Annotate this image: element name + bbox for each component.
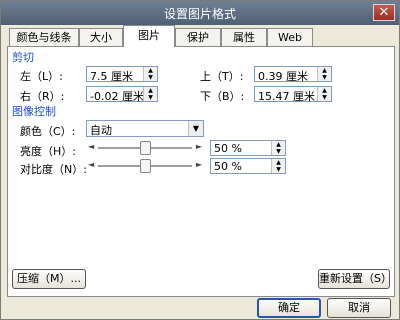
crop-top-value: 0.39 厘米 [258,70,308,83]
color-label: 颜色（C）: [20,125,76,138]
spin-down-icon[interactable]: ▼ [318,74,331,81]
contrast-slider-thumb[interactable] [139,159,151,173]
crop-left-label: 左（L）: [20,70,63,83]
slider-left-arrow-icon[interactable]: ◄ [88,142,94,151]
tab-size[interactable]: 大小 [79,28,123,46]
tab-web[interactable]: Web [267,28,313,46]
picture-tab-panel: 剪切 左（L）: 7.5 厘米 ▲ ▼ 右（R）: -0.02 厘米 ▲ ▼ 上… [7,46,395,297]
crop-section-label: 剪切 [12,51,34,64]
spin-up-icon[interactable]: ▲ [144,67,157,74]
spin-up-icon[interactable]: ▲ [272,159,285,166]
image-control-section-label: 图像控制 [12,105,56,118]
tab-protection[interactable]: 保护 [175,28,221,46]
dialog-title: 设置图片格式 [163,7,236,21]
spin-up-icon[interactable]: ▲ [144,87,157,94]
spin-down-icon[interactable]: ▼ [144,74,157,81]
color-dropdown[interactable]: 自动 ▼ [86,120,204,137]
crop-bottom-label: 下（B）: [200,90,245,103]
spin-up-icon[interactable]: ▲ [318,67,331,74]
contrast-slider[interactable]: ◄ ► [86,158,204,174]
compress-button[interactable]: 压缩（M）... [12,269,86,289]
spin-down-icon[interactable]: ▼ [318,94,331,101]
title-bar: 设置图片格式 ✕ [1,1,399,25]
ok-button[interactable]: 确定 [257,298,321,318]
color-dropdown-value: 自动 [90,124,112,137]
crop-top-label: 上（T）: [200,70,244,83]
tab-picture[interactable]: 图片 [123,25,175,47]
spin-down-icon[interactable]: ▼ [144,94,157,101]
crop-left-value: 7.5 厘米 [90,70,133,83]
close-button[interactable]: ✕ [373,4,395,21]
contrast-value: 50 % [214,160,242,173]
chevron-down-icon[interactable]: ▼ [188,121,203,136]
tab-properties[interactable]: 属性 [221,28,267,46]
cancel-button[interactable]: 取消 [327,298,391,318]
format-picture-dialog: 设置图片格式 ✕ 颜色与线条 大小 图片 保护 属性 Web 剪切 左（L）: … [0,0,400,320]
tab-strip: 颜色与线条 大小 图片 保护 属性 Web [7,25,395,47]
contrast-spinner[interactable]: 50 % ▲ ▼ [210,158,286,174]
spin-down-icon[interactable]: ▼ [272,166,285,173]
brightness-slider-thumb[interactable] [139,141,151,155]
spin-up-icon[interactable]: ▲ [318,87,331,94]
crop-top-spinner[interactable]: 0.39 厘米 ▲ ▼ [254,66,332,83]
crop-bottom-value: 15.47 厘米 [258,90,315,103]
brightness-spinner[interactable]: 50 % ▲ ▼ [210,140,286,156]
brightness-value: 50 % [214,142,242,155]
crop-right-value: -0.02 厘米 [90,90,144,103]
tab-colors-and-lines[interactable]: 颜色与线条 [9,28,79,46]
crop-right-label: 右（R）: [20,90,65,103]
slider-right-arrow-icon[interactable]: ► [196,142,202,151]
reset-button[interactable]: 重新设置（S） [318,269,392,289]
spin-down-icon[interactable]: ▼ [272,148,285,155]
brightness-slider[interactable]: ◄ ► [86,140,204,156]
crop-left-spinner[interactable]: 7.5 厘米 ▲ ▼ [86,66,158,83]
crop-bottom-spinner[interactable]: 15.47 厘米 ▲ ▼ [254,86,332,103]
contrast-label: 对比度（N）: [20,163,87,176]
slider-right-arrow-icon[interactable]: ► [196,160,202,169]
close-icon: ✕ [378,5,390,20]
slider-left-arrow-icon[interactable]: ◄ [88,160,94,169]
crop-right-spinner[interactable]: -0.02 厘米 ▲ ▼ [86,86,158,103]
brightness-label: 亮度（H）: [20,145,76,158]
spin-up-icon[interactable]: ▲ [272,141,285,148]
